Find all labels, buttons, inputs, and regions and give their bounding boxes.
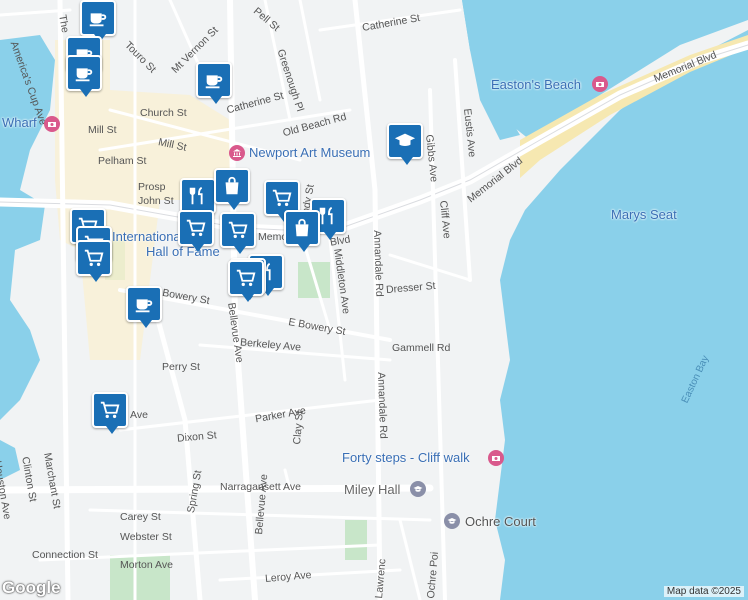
coffee-icon (87, 7, 109, 29)
street-label-gammell-rd: Gammell Rd (392, 342, 451, 354)
street-label-perry-st: Perry St (162, 361, 200, 373)
camera-icon[interactable] (592, 76, 608, 92)
graduation-cap-icon (394, 130, 416, 152)
restaurant-icon (187, 185, 209, 207)
shopping-cart-icon (99, 399, 121, 421)
street-label-annandale-rd-2: Annandale Rd (375, 371, 390, 439)
shopping-cart-icon (227, 219, 249, 241)
map-marker-grocery[interactable] (220, 212, 256, 254)
map-marker-grocery[interactable] (178, 210, 214, 252)
map-marker-cafe[interactable] (80, 0, 116, 42)
graduation-cap-icon[interactable] (410, 481, 426, 497)
map-marker-grocery[interactable] (228, 260, 264, 302)
street-label-john-st: John St (138, 195, 174, 207)
street-label-memorial-w: Memo (258, 231, 288, 243)
map-marker-cafe[interactable] (126, 286, 162, 328)
map-marker-store[interactable] (214, 168, 250, 210)
shopping-cart-icon (185, 217, 207, 239)
shopping-cart-icon (235, 267, 257, 289)
google-logo: Google (2, 578, 61, 597)
place-label-wharf[interactable]: Wharf (2, 116, 37, 129)
place-label-marys-seat[interactable]: Marys Seat (611, 208, 677, 221)
coffee-icon (73, 62, 95, 84)
street-label-carey-st: Carey St (120, 511, 161, 523)
shopping-cart-icon (83, 247, 105, 269)
map-marker-restaurant[interactable] (180, 178, 216, 220)
street-label-prospect: Prosp (138, 181, 166, 193)
map-marker-cafe[interactable] (196, 62, 232, 104)
place-label-ochre-court[interactable]: Ochre Court (465, 515, 536, 528)
shopping-bag-icon (221, 175, 243, 197)
street-label-mill-st: Mill St (88, 124, 117, 136)
street-label-connection-st: Connection St (32, 549, 98, 561)
street-label-webster-st: Webster St (120, 531, 172, 543)
street-label-pelham-st: Pelham St (98, 155, 147, 167)
coffee-icon (133, 293, 155, 315)
shopping-bag-icon (291, 217, 313, 239)
street-label-church-st: Church St (140, 107, 187, 119)
camera-icon[interactable] (488, 450, 504, 466)
restaurant-icon (317, 205, 339, 227)
street-label-annandale-rd: Annandale Rd (371, 229, 386, 297)
museum-icon[interactable] (229, 145, 245, 161)
graduation-cap-icon[interactable] (444, 513, 460, 529)
street-label-clay-st: Clay St (291, 410, 306, 445)
map-marker-cafe[interactable] (66, 55, 102, 97)
map-attribution[interactable]: Map data ©2025 (663, 586, 744, 597)
place-label-newport-art-museum[interactable]: Newport Art Museum (249, 146, 370, 159)
place-label-eastons-beach[interactable]: Easton's Beach (491, 78, 581, 91)
place-label-miley-hall[interactable]: Miley Hall (344, 483, 400, 496)
coffee-icon (203, 69, 225, 91)
place-label-international[interactable]: International (112, 230, 184, 243)
map-canvas[interactable]: America's Cup Ave The Touro St Mt Vernon… (0, 0, 748, 600)
map-marker-store[interactable] (284, 210, 320, 252)
street-label-ave-w: Ave (130, 409, 148, 421)
map-base-layer (0, 0, 748, 600)
place-label-hall-of-fame[interactable]: Hall of Fame (146, 245, 220, 258)
place-label-forty-steps[interactable]: Forty steps - Cliff walk (342, 451, 470, 464)
shopping-cart-icon (271, 187, 293, 209)
map-marker-grocery[interactable] (76, 240, 112, 282)
street-label-morton-ave: Morton Ave (120, 559, 173, 571)
street-label-the: The (56, 13, 72, 34)
camera-icon[interactable] (44, 116, 60, 132)
map-marker-school[interactable] (387, 123, 423, 165)
map-marker-grocery[interactable] (92, 392, 128, 434)
